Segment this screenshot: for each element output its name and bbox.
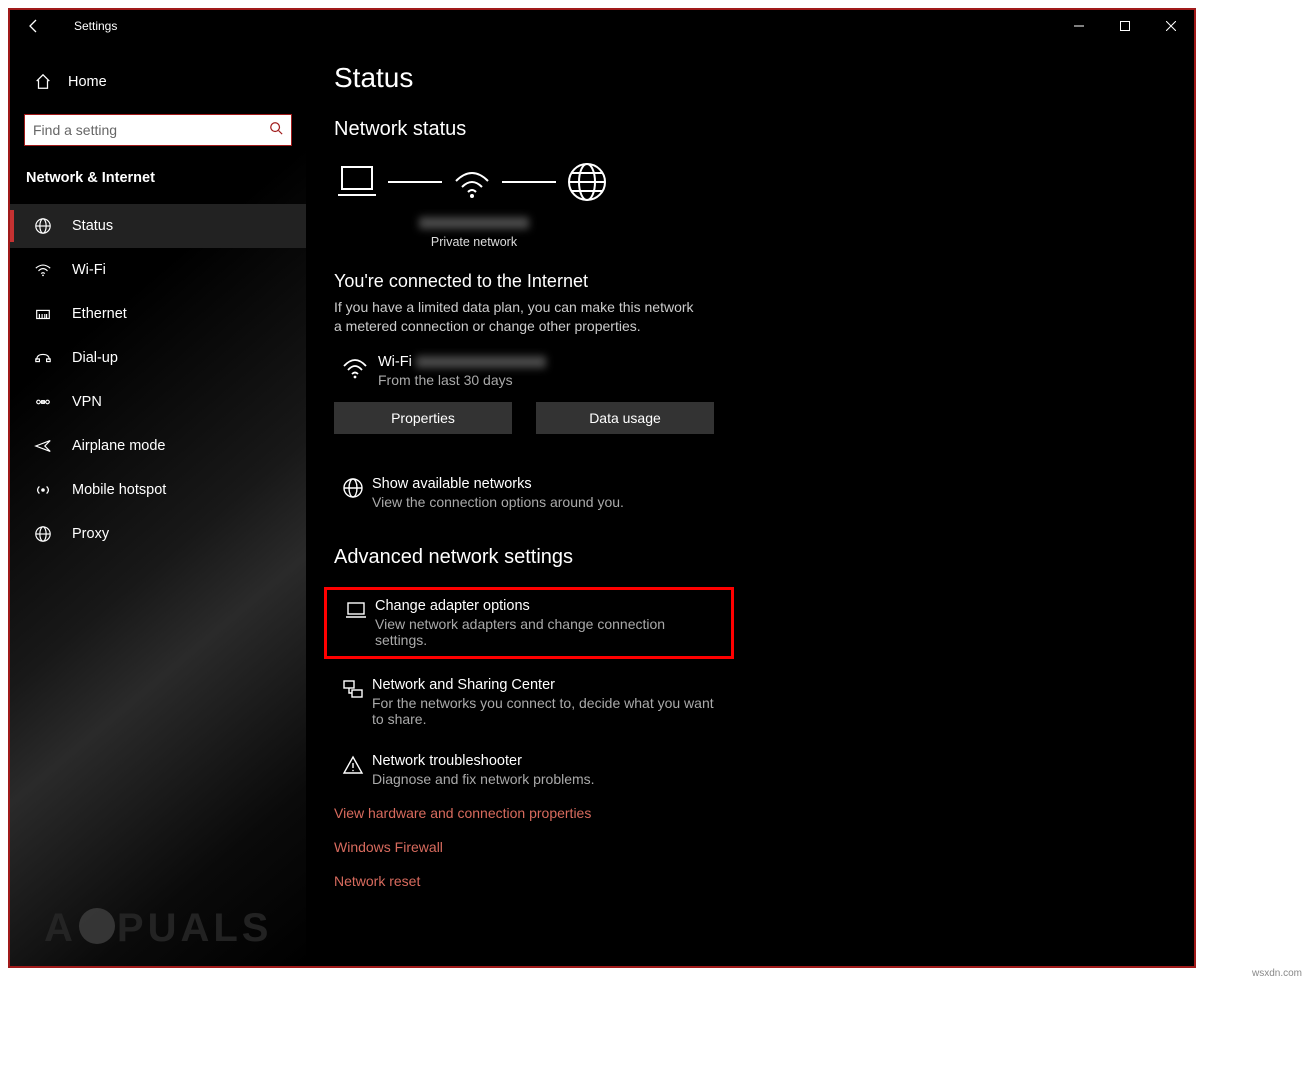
source-watermark: wsxdn.com bbox=[1252, 968, 1302, 979]
hotspot-icon bbox=[34, 481, 52, 499]
sharing-desc: For the networks you connect to, decide … bbox=[372, 695, 724, 727]
nav-label: Wi-Fi bbox=[72, 262, 106, 278]
home-button[interactable]: Home bbox=[24, 62, 292, 102]
close-button[interactable] bbox=[1148, 10, 1194, 42]
arrow-left-icon bbox=[26, 18, 42, 34]
content-area: Status Network status Private network Yo… bbox=[306, 42, 1194, 966]
home-label: Home bbox=[68, 74, 107, 90]
advanced-heading: Advanced network settings bbox=[334, 546, 1154, 569]
window-title: Settings bbox=[74, 19, 117, 33]
nav-label: Mobile hotspot bbox=[72, 482, 166, 498]
wifi-diagram-icon bbox=[452, 163, 492, 201]
sidebar-item-status[interactable]: Status bbox=[10, 204, 306, 248]
nav-label: Airplane mode bbox=[72, 438, 166, 454]
sidebar-item-wifi[interactable]: Wi-Fi bbox=[10, 248, 306, 292]
connected-heading: You're connected to the Internet bbox=[334, 271, 1154, 292]
nav-label: VPN bbox=[72, 394, 102, 410]
sharing-title: Network and Sharing Center bbox=[372, 677, 724, 693]
sidebar-item-dialup[interactable]: Dial-up bbox=[10, 336, 306, 380]
properties-button[interactable]: Properties bbox=[334, 402, 512, 434]
sidebar-item-airplane[interactable]: Airplane mode bbox=[10, 424, 306, 468]
sidebar-item-vpn[interactable]: VPN bbox=[10, 380, 306, 424]
search-box[interactable] bbox=[24, 114, 292, 146]
back-button[interactable] bbox=[14, 10, 54, 42]
adapter-title: Change adapter options bbox=[375, 598, 721, 614]
adapter-desc: View network adapters and change connect… bbox=[375, 616, 721, 648]
network-status-heading: Network status bbox=[334, 118, 1154, 141]
network-troubleshooter[interactable]: Network troubleshooter Diagnose and fix … bbox=[334, 745, 724, 795]
show-networks-desc: View the connection options around you. bbox=[372, 494, 624, 510]
maximize-button[interactable] bbox=[1102, 10, 1148, 42]
globe-icon bbox=[34, 217, 52, 235]
nav-label: Dial-up bbox=[72, 350, 118, 366]
page-title: Status bbox=[334, 62, 1154, 94]
globe-small-icon bbox=[342, 477, 364, 499]
change-adapter-options[interactable]: Change adapter options View network adap… bbox=[324, 587, 734, 659]
show-available-networks[interactable]: Show available networks View the connect… bbox=[334, 468, 724, 518]
wifi-signal-icon bbox=[342, 356, 368, 380]
warning-icon bbox=[342, 754, 364, 776]
network-name-blurred bbox=[419, 217, 529, 229]
diagram-sub: Private network bbox=[431, 235, 517, 249]
diagram-line bbox=[502, 181, 556, 183]
wifi-icon bbox=[34, 261, 52, 279]
ethernet-icon bbox=[34, 305, 52, 323]
minimize-icon bbox=[1074, 21, 1084, 31]
titlebar: Settings bbox=[10, 10, 1194, 42]
show-networks-title: Show available networks bbox=[372, 476, 624, 492]
airplane-icon bbox=[34, 437, 52, 455]
dialup-icon bbox=[34, 349, 52, 367]
troubleshoot-desc: Diagnose and fix network problems. bbox=[372, 771, 595, 787]
link-windows-firewall[interactable]: Windows Firewall bbox=[334, 839, 1154, 855]
maximize-icon bbox=[1120, 21, 1130, 31]
sidebar-item-ethernet[interactable]: Ethernet bbox=[10, 292, 306, 336]
wifi-sub: From the last 30 days bbox=[378, 372, 546, 388]
adapter-icon bbox=[345, 599, 367, 621]
wifi-connection-info: Wi-Fi From the last 30 days bbox=[334, 354, 1154, 388]
sidebar-category: Network & Internet bbox=[24, 170, 292, 186]
diagram-caption: Private network bbox=[334, 217, 614, 249]
sharing-icon bbox=[342, 678, 364, 700]
troubleshoot-title: Network troubleshooter bbox=[372, 753, 595, 769]
minimize-button[interactable] bbox=[1056, 10, 1102, 42]
sidebar: Home Network & Internet Status Wi-Fi Eth… bbox=[10, 42, 306, 966]
network-diagram bbox=[334, 159, 1154, 211]
search-input[interactable] bbox=[33, 122, 269, 138]
connected-desc: If you have a limited data plan, you can… bbox=[334, 298, 694, 336]
device-icon bbox=[336, 163, 378, 201]
sidebar-item-hotspot[interactable]: Mobile hotspot bbox=[10, 468, 306, 512]
wifi-ssid-blurred bbox=[416, 356, 546, 368]
proxy-icon bbox=[34, 525, 52, 543]
close-icon bbox=[1166, 21, 1176, 31]
globe-diagram-icon bbox=[566, 161, 608, 203]
link-hardware-properties[interactable]: View hardware and connection properties bbox=[334, 805, 1154, 821]
nav-label: Proxy bbox=[72, 526, 109, 542]
wifi-label: Wi-Fi bbox=[378, 354, 412, 370]
diagram-line bbox=[388, 181, 442, 183]
link-network-reset[interactable]: Network reset bbox=[334, 873, 1154, 889]
nav-label: Status bbox=[72, 218, 113, 234]
vpn-icon bbox=[34, 393, 52, 411]
home-icon bbox=[34, 73, 52, 91]
settings-window: Settings Home bbox=[8, 8, 1196, 968]
data-usage-button[interactable]: Data usage bbox=[536, 402, 714, 434]
sidebar-item-proxy[interactable]: Proxy bbox=[10, 512, 306, 556]
search-icon bbox=[269, 121, 283, 140]
network-sharing-center[interactable]: Network and Sharing Center For the netwo… bbox=[334, 669, 724, 735]
nav-label: Ethernet bbox=[72, 306, 127, 322]
